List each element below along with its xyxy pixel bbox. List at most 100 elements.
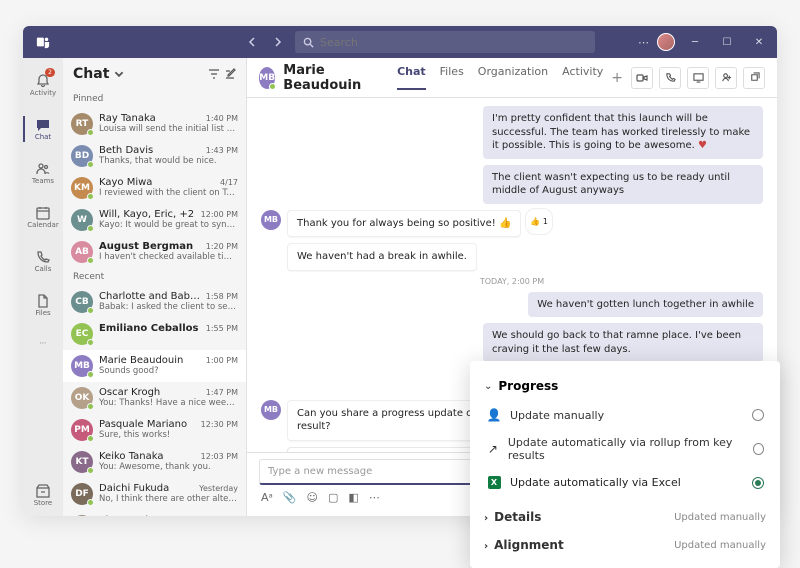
alignment-status: Updated manually	[674, 540, 766, 551]
more-compose-icon[interactable]: ⋯	[369, 491, 380, 504]
teams-icon	[35, 161, 51, 177]
contact-avatar[interactable]: MB	[259, 67, 275, 89]
message-row: We should go back to that ramne place. I…	[261, 323, 763, 362]
more-icon: ⋯	[40, 339, 47, 347]
message-row: MB Thank you for always being so positive…	[261, 210, 763, 238]
chat-item-preview: No, I think there are other alternatives…	[99, 494, 238, 504]
chat-list-item[interactable]: DF Daichi FukudaYesterday No, I think th…	[63, 478, 246, 510]
chat-item-preview: Babak: I asked the client to send her fe…	[99, 302, 238, 312]
rail-teams[interactable]: Teams	[23, 152, 63, 194]
chat-item-name: Charlotte and Babak	[99, 291, 202, 302]
attach-icon[interactable]: 📎	[283, 491, 297, 504]
progress-option[interactable]: 👤Update manually	[484, 401, 766, 429]
rail-store[interactable]: Store	[23, 474, 63, 516]
search-icon	[303, 37, 314, 48]
search-box[interactable]	[295, 31, 595, 53]
share-screen-button[interactable]	[687, 67, 709, 89]
chat-list-item[interactable]: OK Oscar Krogh1:47 PM You: Thanks! Have …	[63, 382, 246, 414]
tab-chat[interactable]: Chat	[397, 65, 426, 90]
reaction-badge[interactable]: 👍 1	[525, 208, 553, 236]
radio-icon	[752, 409, 764, 421]
chat-list-item[interactable]: W Will, Kayo, Eric, +212:00 PM Kayo: It …	[63, 204, 246, 236]
message-bubble[interactable]: The client wasn't expecting us to be rea…	[483, 165, 763, 204]
chat-item-preview: You: Thanks! Have a nice weekend	[99, 398, 238, 408]
chat-item-time: 12:03 PM	[201, 452, 238, 461]
chevron-down-icon[interactable]	[113, 68, 125, 80]
search-input[interactable]	[320, 36, 587, 49]
chat-list-item[interactable]: MB Marie Beaudouin1:00 PM Sounds good?	[63, 350, 246, 382]
nav-back-button[interactable]	[243, 32, 263, 52]
window-minimize-button[interactable]: ─	[683, 30, 707, 54]
more-icon[interactable]: ⋯	[638, 36, 649, 49]
window-close-button[interactable]: ✕	[747, 30, 771, 54]
chat-item-preview: Thanks, that would be nice.	[99, 156, 238, 166]
chat-list-item[interactable]: EC Emiliano Ceballos1:55 PM	[63, 318, 246, 350]
excel-icon: X	[488, 476, 501, 489]
option-label: Update automatically via Excel	[510, 476, 681, 489]
chat-item-preview: Kayo: It would be great to sync with...	[99, 220, 238, 230]
avatar: KT	[71, 451, 93, 473]
message-bubble[interactable]: We haven't gotten lunch together in awhi…	[528, 292, 763, 318]
emoji-icon[interactable]: ☺	[307, 491, 318, 504]
rail-files[interactable]: Files	[23, 284, 63, 326]
message-bubble[interactable]: I'm pretty confident that this launch wi…	[483, 106, 763, 159]
format-icon[interactable]: Aᵃ	[261, 491, 273, 504]
rail-calendar[interactable]: Calendar	[23, 196, 63, 238]
chat-list-item[interactable]: KL Kian LambertYesterday Can you run thi…	[63, 510, 246, 516]
avatar: BD	[71, 145, 93, 167]
chat-list-item[interactable]: PM Pasquale Mariano12:30 PM Sure, this w…	[63, 414, 246, 446]
rail-chat[interactable]: Chat	[23, 108, 63, 150]
chat-list-item[interactable]: KM Kayo Miwa4/17 I reviewed with the cli…	[63, 172, 246, 204]
pinned-section-label: Pinned	[63, 90, 246, 108]
progress-option[interactable]: X Update automatically via Excel	[484, 469, 766, 496]
gif-icon[interactable]: ▢	[328, 491, 338, 504]
chat-item-time: 1:43 PM	[206, 146, 238, 155]
tab-files[interactable]: Files	[440, 65, 464, 90]
new-chat-icon[interactable]	[224, 68, 236, 80]
file-icon	[35, 293, 51, 309]
chat-item-time: 1:20 PM	[206, 242, 238, 251]
activity-badge: 2	[45, 68, 55, 77]
option-label: Update manually	[510, 409, 604, 422]
popout-button[interactable]	[743, 67, 765, 89]
tab-organization[interactable]: Organization	[478, 65, 548, 90]
chat-item-time: 1:47 PM	[206, 388, 238, 397]
rail-activity[interactable]: 2 Activity	[23, 64, 63, 106]
video-call-button[interactable]	[631, 67, 653, 89]
filter-icon[interactable]	[208, 68, 220, 80]
add-tab-button[interactable]: +	[611, 70, 623, 86]
option-label: Update automatically via rollup from key…	[508, 436, 737, 462]
chat-list-item[interactable]: AB August Bergman1:20 PM I haven't check…	[63, 236, 246, 268]
add-people-button[interactable]	[715, 67, 737, 89]
tab-activity[interactable]: Activity	[562, 65, 603, 90]
sticker-icon[interactable]: ◧	[348, 491, 358, 504]
rail-more[interactable]: ⋯	[23, 328, 63, 358]
sender-avatar: MB	[261, 210, 281, 230]
chat-list-item[interactable]: RT Ray Tanaka1:40 PM Louisa will send th…	[63, 108, 246, 140]
chat-list-item[interactable]: CB Charlotte and Babak1:58 PM Babak: I a…	[63, 286, 246, 318]
nav-forward-button[interactable]	[267, 32, 287, 52]
rail-label: Store	[34, 499, 53, 507]
rail-label: Calendar	[27, 221, 58, 229]
chat-item-name: August Bergman	[99, 241, 193, 252]
audio-call-button[interactable]	[659, 67, 681, 89]
message-bubble[interactable]: We haven't had a break in awhile.	[287, 243, 477, 271]
message-bubble[interactable]: Thank you for always being so positive! …	[287, 210, 521, 238]
chat-list-item[interactable]: KT Keiko Tanaka12:03 PM You: Awesome, th…	[63, 446, 246, 478]
chat-item-preview: Sure, this works!	[99, 430, 238, 440]
chevron-right-icon: ›	[484, 541, 488, 552]
rail-calls[interactable]: Calls	[23, 240, 63, 282]
chat-item-name: Will, Kayo, Eric, +2	[99, 209, 194, 220]
window-maximize-button[interactable]: ☐	[715, 30, 739, 54]
progress-option[interactable]: ↗Update automatically via rollup from ke…	[484, 429, 766, 469]
alignment-section-header[interactable]: ›Alignment Updated manually	[484, 538, 766, 552]
progress-section-header[interactable]: ⌄ Progress	[484, 379, 766, 393]
store-icon	[35, 483, 51, 499]
progress-panel: ⌄ Progress 👤Update manually↗Update autom…	[470, 361, 780, 568]
details-section-header[interactable]: ›Details Updated manually	[484, 510, 766, 524]
chat-list-item[interactable]: BD Beth Davis1:43 PM Thanks, that would …	[63, 140, 246, 172]
user-avatar[interactable]	[657, 33, 675, 51]
teams-logo-icon	[23, 35, 63, 49]
message-bubble[interactable]: We should go back to that ramne place. I…	[483, 323, 763, 362]
avatar: W	[71, 209, 93, 231]
